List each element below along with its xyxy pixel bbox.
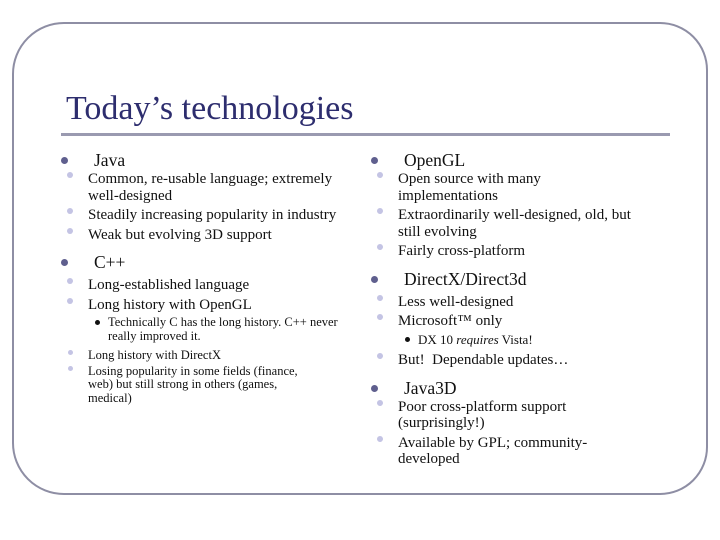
sub-bullet-icon (377, 314, 383, 320)
sub-bullet-icon (377, 172, 383, 178)
list-item: Available by GPL; community-developed (368, 435, 638, 468)
list-item: Losing popularity in some fields (financ… (58, 364, 306, 406)
list-item: Microsoft™ only (368, 313, 678, 330)
bullet-cpp: C++ (58, 252, 358, 272)
bullet-icon (61, 259, 68, 266)
sub-bullet-icon (67, 227, 73, 234)
list-item: Weak but evolving 3D support (58, 227, 358, 244)
bullet-java3d: Java3D (368, 378, 678, 398)
list-item: Long history with OpenGL (58, 297, 358, 314)
sub-bullet-icon (68, 365, 73, 371)
directx-subitems: Less well-designed Microsoft™ only DX 10… (368, 294, 678, 369)
list-item: Long history with DirectX (58, 348, 358, 363)
bullet-java: Java (58, 150, 358, 170)
opengl-subitems: Open source with many implementations Ex… (368, 171, 678, 260)
sub-bullet-icon (377, 435, 383, 442)
sub-bullet-icon (67, 278, 73, 284)
sub-bullet-icon (67, 297, 73, 304)
list-item: Extraordinarily well-designed, old, but … (368, 207, 638, 240)
list-item: Steadily increasing popularity in indust… (58, 207, 358, 224)
bullet-icon (371, 157, 378, 164)
list-item: Less well-designed (368, 294, 678, 311)
bullet-label: DirectX/Direct3d (404, 268, 527, 289)
list-item: Fairly cross-platform (368, 243, 678, 260)
sub-bullet-icon (67, 172, 73, 178)
list-item: Common, re-usable language; extremely we… (58, 171, 358, 204)
sub-sub-bullet-icon (405, 336, 410, 342)
list-subitem: Technically C has the long history. C++ … (58, 315, 348, 343)
bullet-label: OpenGL (404, 150, 466, 170)
list-item: Open source with many implementations (368, 171, 588, 204)
sub-bullet-icon (68, 350, 73, 355)
bullet-directx: DirectX/Direct3d (368, 269, 678, 289)
slide-title: Today’s technologies (66, 90, 354, 127)
sub-bullet-icon (377, 353, 383, 359)
right-column: OpenGL Open source with many implementat… (368, 150, 678, 471)
sub-sub-bullet-icon (95, 320, 100, 325)
title-underline (61, 133, 670, 136)
bullet-icon (371, 275, 378, 283)
bullet-label: C++ (94, 252, 126, 272)
list-subitem: DX 10 requires Vista! (368, 332, 678, 347)
sub-bullet-icon (377, 244, 383, 250)
list-item: Poor cross-platform support (surprisingl… (368, 399, 613, 432)
java-subitems: Common, re-usable language; extremely we… (58, 171, 358, 243)
bullet-opengl: OpenGL (368, 150, 678, 170)
java3d-subitems: Poor cross-platform support (surprisingl… (368, 399, 678, 468)
sub-bullet-icon (377, 294, 383, 301)
bullet-icon (61, 157, 68, 164)
list-item: But! Dependable updates… (368, 352, 678, 369)
sub-bullet-icon (377, 399, 383, 406)
list-item: Long-established language (58, 277, 358, 294)
bullet-label: Java (94, 150, 126, 170)
sub-bullet-icon (67, 208, 73, 214)
bullet-label: Java3D (404, 377, 457, 398)
cpp-subitems: Long-established language Long history w… (58, 277, 358, 405)
bullet-icon (371, 384, 378, 392)
sub-bullet-icon (377, 208, 383, 214)
left-column: Java Common, re-usable language; extreme… (58, 150, 358, 407)
